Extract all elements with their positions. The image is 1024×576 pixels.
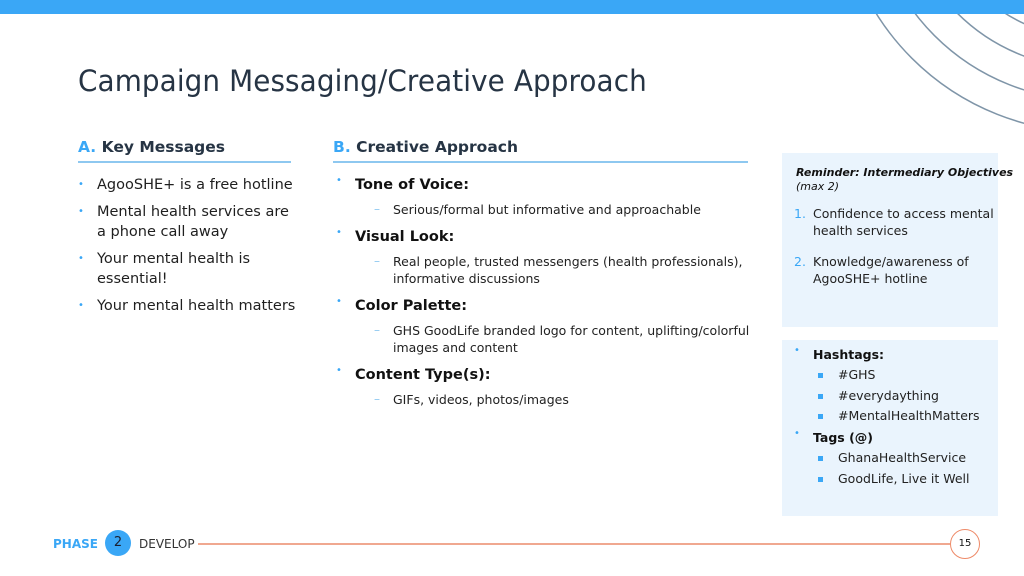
decorative-arc [867, 0, 1024, 124]
page-title: Campaign Messaging/Creative Approach [78, 64, 647, 98]
list-item: • Content Type(s): – GIFs, videos, photos… [336, 365, 756, 408]
bullet-icon: • [336, 175, 342, 186]
section-letter: B. [333, 138, 351, 156]
tags-list: • Hashtags: #GHS #everydaything #MentalH… [794, 344, 994, 490]
phase-name: DEVELOP [139, 537, 195, 551]
tags-label: Tags (@) [813, 430, 874, 446]
sub-item-text: Serious/formal but informative and appro… [393, 202, 701, 217]
bullet-icon: • [336, 227, 342, 238]
phase-number-badge: 2 [105, 530, 131, 556]
bullet-icon: • [794, 345, 800, 356]
hashtag-text: #GHS [838, 367, 876, 382]
objective-number: 1. [794, 206, 806, 221]
hashtag-item: #everydaything [818, 386, 994, 407]
footer-divider [198, 543, 950, 545]
objective-text: Confidence to access mental health servi… [813, 206, 994, 238]
hashtags-group: • Hashtags: #GHS #everydaything #MentalH… [794, 344, 994, 427]
sub-item-text: Real people, trusted messengers (health … [393, 254, 743, 286]
dash-icon: – [374, 202, 380, 216]
list-item-text: Mental health services are a phone call … [97, 204, 289, 240]
section-heading-text: Key Messages [101, 138, 226, 156]
item-label: Tone of Voice: [355, 177, 470, 193]
list-item-text: AgooSHE+ is a free hotline [97, 177, 293, 193]
list-item-text: Your mental health is essential! [97, 251, 251, 287]
hashtag-text: #MentalHealthMatters [838, 408, 980, 424]
objective-item: 1. Confidence to access mental health ser… [794, 205, 994, 239]
objectives-panel: Reminder: Intermediary Objectives (max 2… [782, 153, 1013, 327]
item-label: Color Palette: [355, 298, 468, 314]
section-heading-text: Creative Approach [356, 138, 518, 156]
hashtag-text: #everydaything [838, 387, 939, 403]
key-messages-list: • AgooSHE+ is a free hotline • Mental heal… [78, 175, 298, 323]
objectives-subtitle: (max 2) [796, 180, 840, 193]
page-number: 15 [950, 529, 980, 559]
dash-icon: – [374, 323, 380, 337]
objective-text: Knowledge/awareness of AgooSHE+ hotline [813, 254, 969, 286]
square-bullet-icon [818, 373, 823, 378]
tags-group: • Tags (@) GhanaHealthService GoodLife, … [794, 427, 994, 489]
bullet-icon: • [336, 296, 342, 307]
list-item: • Your mental health matters [78, 296, 298, 316]
tag-text: GoodLife, Live it Well [838, 470, 970, 486]
section-heading-creative-approach: B. Creative Approach [333, 138, 748, 163]
sub-item: – Serious/formal but informative and appr… [374, 201, 756, 218]
objectives-list: 1. Confidence to access mental health ser… [794, 205, 994, 301]
section-letter: A. [78, 138, 97, 156]
square-bullet-icon [818, 414, 823, 420]
section-heading-key-messages: A. Key Messages [78, 138, 291, 163]
bullet-icon: • [78, 206, 84, 217]
square-bullet-icon [818, 393, 823, 399]
hashtags-label: Hashtags: [813, 347, 885, 362]
item-label: Visual Look: [355, 229, 455, 245]
sub-item-text: GHS GoodLife branded logo for content, u… [393, 323, 750, 355]
tag-item: GhanaHealthService [818, 448, 994, 469]
objectives-title: Reminder: Intermediary Objectives [796, 166, 1014, 179]
item-label: Content Type(s): [355, 367, 491, 383]
creative-approach-list: • Tone of Voice: – Serious/formal but inf… [336, 175, 756, 417]
bullet-icon: • [78, 253, 84, 264]
list-item: • Visual Look: – Real people, trusted mes… [336, 227, 756, 287]
sub-item: – GIFs, videos, photos/images [374, 391, 756, 408]
square-bullet-icon [818, 456, 823, 462]
list-item: • Tone of Voice: – Serious/formal but inf… [336, 175, 756, 218]
objective-number: 2. [794, 254, 806, 269]
tag-item: GoodLife, Live it Well [818, 469, 994, 490]
tag-text: GhanaHealthService [838, 450, 967, 466]
square-bullet-icon [818, 476, 823, 482]
sub-item: – GHS GoodLife branded logo for content, … [374, 322, 756, 356]
dash-icon: – [374, 254, 380, 268]
bullet-icon: • [78, 179, 84, 190]
top-accent-bar [0, 0, 1024, 14]
decorative-arc [904, 0, 1024, 91]
bullet-icon: • [794, 428, 800, 440]
list-item-text: Your mental health matters [97, 298, 296, 314]
bullet-icon: • [78, 300, 84, 311]
phase-label: PHASE [53, 537, 98, 551]
list-item: • AgooSHE+ is a free hotline [78, 175, 298, 195]
hashtag-item: #MentalHealthMatters [818, 406, 994, 427]
tags-panel: • Hashtags: #GHS #everydaything #MentalH… [782, 340, 998, 516]
list-item: • Your mental health is essential! [78, 249, 298, 289]
list-item: • Color Palette: – GHS GoodLife branded l… [336, 296, 756, 356]
objective-item: 2. Knowledge/awareness of AgooSHE+ hotlin… [794, 253, 994, 287]
hashtag-item: #GHS [818, 365, 994, 386]
list-item: • Mental health services are a phone call… [78, 202, 298, 242]
bullet-icon: • [336, 365, 342, 376]
sub-item: – Real people, trusted messengers (health… [374, 253, 756, 287]
sub-item-text: GIFs, videos, photos/images [393, 392, 569, 407]
dash-icon: – [374, 392, 380, 406]
